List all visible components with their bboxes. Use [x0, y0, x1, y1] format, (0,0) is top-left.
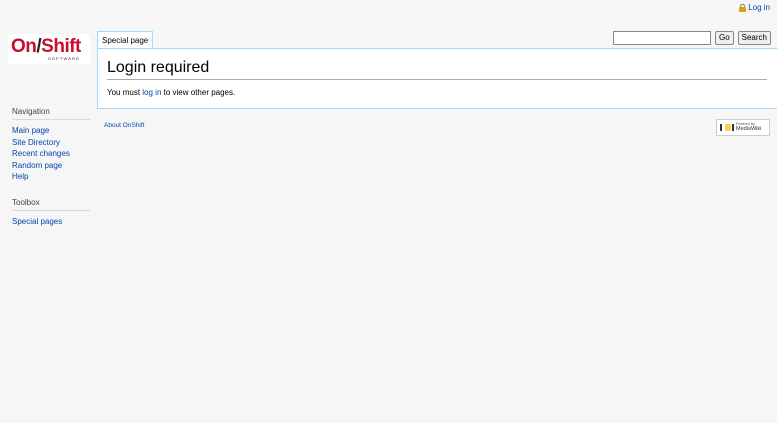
toolbox-heading: Toolbox [12, 198, 90, 211]
page-title: Login required [107, 59, 767, 80]
lock-icon [739, 3, 747, 12]
nav-help[interactable]: Help [12, 172, 28, 181]
logo-subtitle: SOFTWARE [48, 56, 81, 61]
toolbox-special-pages[interactable]: Special pages [12, 217, 62, 226]
login-link[interactable]: Log in [748, 3, 770, 12]
content-area: Login required You must log in to view o… [97, 48, 777, 109]
powered-by-text: Powered By MediaWiki [736, 122, 762, 132]
nav-random-page[interactable]: Random page [12, 161, 62, 170]
nav-main-page[interactable]: Main page [12, 126, 49, 135]
search-form: Go Search [612, 31, 771, 45]
message-text-after: to view other pages. [161, 88, 236, 97]
message-text-before: You must [107, 88, 143, 97]
powered-by-mediawiki-badge[interactable]: Powered By MediaWiki [716, 119, 770, 136]
search-button[interactable]: Search [737, 31, 771, 45]
logo-wordmark: On/Shift [11, 36, 81, 57]
site-logo[interactable]: On/Shift SOFTWARE [8, 34, 90, 64]
mediawiki-icon [720, 123, 734, 132]
about-link[interactable]: About OnShift [104, 122, 144, 129]
nav-recent-changes[interactable]: Recent changes [12, 149, 70, 158]
login-inline-link[interactable]: log in [142, 88, 161, 97]
personal-tools: Log in [739, 3, 770, 12]
login-message: You must log in to view other pages. [107, 88, 235, 97]
toolbox-portal: Toolbox Special pages [12, 198, 90, 228]
go-button[interactable]: Go [714, 31, 734, 45]
nav-site-directory[interactable]: Site Directory [12, 138, 60, 147]
navigation-heading: Navigation [12, 107, 90, 120]
navigation-portal: Navigation Main page Site Directory Rece… [12, 107, 90, 183]
search-input[interactable] [612, 31, 711, 45]
